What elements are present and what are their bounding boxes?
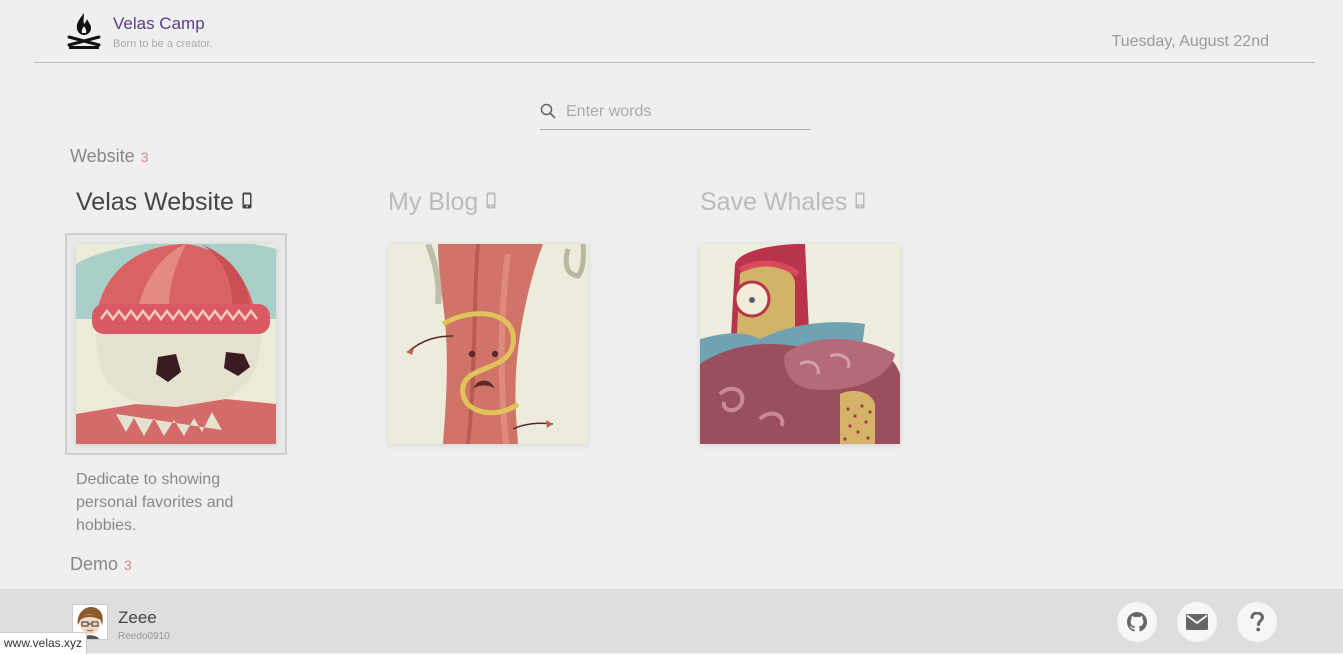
search-input[interactable]	[564, 100, 808, 124]
section-label: Demo	[70, 554, 119, 574]
help-icon	[1250, 612, 1264, 632]
card-title-label: My Blog	[388, 188, 479, 216]
github-icon	[1127, 612, 1147, 632]
user-name[interactable]: Zeee	[118, 608, 157, 628]
mobile-phone-icon	[486, 192, 496, 209]
mobile-phone-icon	[855, 192, 865, 209]
section-heading-website[interactable]: Website 3	[70, 146, 149, 167]
mail-icon	[1186, 614, 1208, 630]
tree-illustration	[388, 244, 588, 444]
card-title-save-whales[interactable]: Save Whales	[700, 188, 865, 217]
brand-subtitle: Born to be a creator.	[113, 38, 213, 50]
card-title-velas-website[interactable]: Velas Website	[76, 188, 252, 217]
section-label: Website	[70, 146, 135, 166]
card-title-label: Velas Website	[76, 188, 234, 216]
card-thumbnail-save-whales[interactable]	[700, 244, 900, 444]
github-button[interactable]	[1117, 602, 1157, 642]
card-thumbnail-velas-website[interactable]	[76, 244, 276, 444]
card-title-label: Save Whales	[700, 188, 848, 216]
campfire-icon[interactable]	[66, 11, 102, 49]
brand-title[interactable]: Velas Camp	[113, 14, 205, 34]
skull-illustration	[76, 244, 276, 444]
card-description: Dedicate to showing personal favorites a…	[76, 471, 234, 534]
card-thumbnail-my-blog[interactable]	[388, 244, 588, 444]
help-button[interactable]	[1237, 602, 1277, 642]
mobile-phone-icon	[242, 192, 252, 209]
user-handle: Reedo0910	[118, 631, 170, 642]
header-divider	[34, 62, 1315, 63]
search-icon	[540, 103, 556, 119]
current-date: Tuesday, August 22nd	[1111, 33, 1269, 50]
section-count: 3	[140, 149, 149, 165]
section-heading-demo[interactable]: Demo 3	[70, 554, 132, 575]
search-bar	[540, 96, 810, 130]
character-illustration	[700, 244, 900, 444]
section-count: 3	[124, 557, 132, 573]
card-title-my-blog[interactable]: My Blog	[388, 188, 496, 217]
status-bar-url: www.velas.xyz	[0, 632, 88, 654]
mail-button[interactable]	[1177, 602, 1217, 642]
